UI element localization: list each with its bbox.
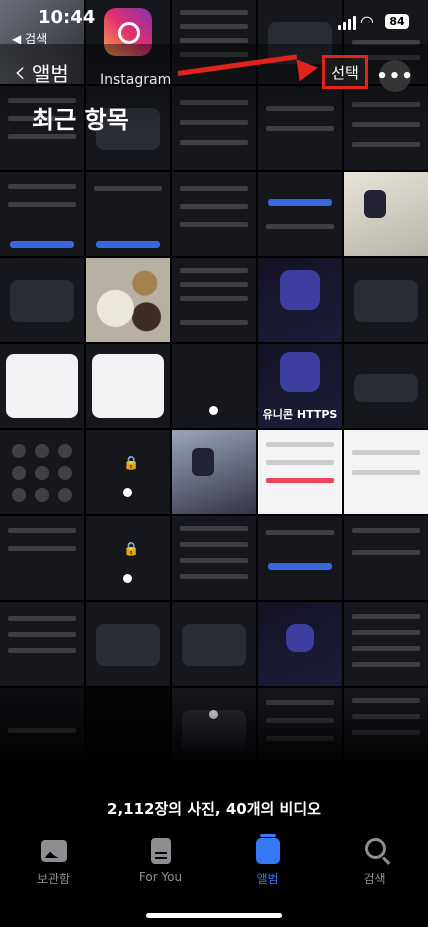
photo-thumbnail[interactable]: [86, 172, 170, 256]
tab-label: For You: [138, 870, 183, 884]
photo-thumbnail[interactable]: [344, 258, 428, 342]
photo-thumbnail[interactable]: [86, 344, 170, 428]
page-title: 최근 항목: [32, 106, 129, 134]
photo-thumbnail[interactable]: [258, 258, 342, 342]
status-time: 10:44: [38, 7, 96, 28]
photo-thumbnail[interactable]: [0, 430, 84, 514]
tab-label: 보관함: [36, 872, 71, 886]
photo-thumbnail-food[interactable]: [86, 258, 170, 342]
photo-thumbnail[interactable]: [258, 602, 342, 686]
back-button[interactable]: ‹ 앨범: [14, 54, 69, 90]
cellular-signal-icon: [338, 16, 356, 30]
photo-thumbnail[interactable]: [258, 430, 342, 514]
bottom-scrim: [0, 690, 428, 800]
home-indicator[interactable]: [146, 913, 282, 918]
for-you-icon: [150, 838, 171, 864]
photo-thumbnail[interactable]: [172, 344, 256, 428]
photo-thumbnail[interactable]: [0, 172, 84, 256]
photo-thumbnail[interactable]: [0, 258, 84, 342]
photo-thumbnail[interactable]: [344, 602, 428, 686]
photo-thumbnail[interactable]: [172, 602, 256, 686]
annotation-arrow-head: [296, 56, 320, 82]
tab-albums[interactable]: 앨범: [214, 834, 321, 898]
photo-thumbnail[interactable]: [172, 258, 256, 342]
photo-thumbnail[interactable]: 🔒: [86, 430, 170, 514]
photo-thumbnail[interactable]: [86, 602, 170, 686]
tab-bar: 보관함 For You 앨범 검색: [0, 834, 428, 898]
back-button-label: 앨범: [32, 62, 69, 86]
library-summary: 2,112장의 사진, 40개의 비디오: [107, 800, 321, 818]
photo-thumbnail[interactable]: [0, 602, 84, 686]
https-caption: 유니콘 HTTPS: [262, 408, 338, 421]
lock-icon: 🔒: [123, 542, 140, 557]
photo-thumbnail[interactable]: 🔒: [86, 516, 170, 600]
tab-for-you[interactable]: For You: [107, 838, 214, 898]
photo-thumbnail-https[interactable]: 유니콘 HTTPS: [258, 344, 342, 428]
more-options-button[interactable]: •••: [376, 60, 413, 92]
photo-thumbnail[interactable]: [172, 430, 256, 514]
lock-icon: 🔒: [123, 456, 140, 471]
wifi-icon: ◠: [360, 12, 374, 31]
albums-icon: [255, 834, 280, 864]
photo-thumbnail[interactable]: [0, 344, 84, 428]
photo-thumbnail[interactable]: [344, 516, 428, 600]
photo-thumbnail[interactable]: [258, 172, 342, 256]
photo-thumbnail[interactable]: [344, 172, 428, 256]
photo-thumbnail[interactable]: [344, 344, 428, 428]
status-bar: 10:44 ◀ 검색 ◠ 84: [0, 0, 428, 46]
tab-search[interactable]: 검색: [321, 838, 428, 898]
select-button[interactable]: 선택: [322, 55, 368, 89]
tab-label: 검색: [363, 872, 386, 886]
search-icon: [364, 838, 386, 859]
photo-library-icon: [40, 840, 67, 862]
photo-thumbnail[interactable]: [172, 516, 256, 600]
tab-label: 앨범: [256, 872, 279, 886]
photo-thumbnail[interactable]: [172, 172, 256, 256]
chevron-left-icon: ‹: [14, 54, 26, 90]
tab-library[interactable]: 보관함: [0, 838, 107, 898]
photo-thumbnail[interactable]: [258, 516, 342, 600]
photo-thumbnail[interactable]: [0, 516, 84, 600]
instagram-caption: Instagram: [100, 72, 172, 88]
battery-icon: 84: [385, 14, 409, 29]
photo-thumbnail[interactable]: [344, 430, 428, 514]
